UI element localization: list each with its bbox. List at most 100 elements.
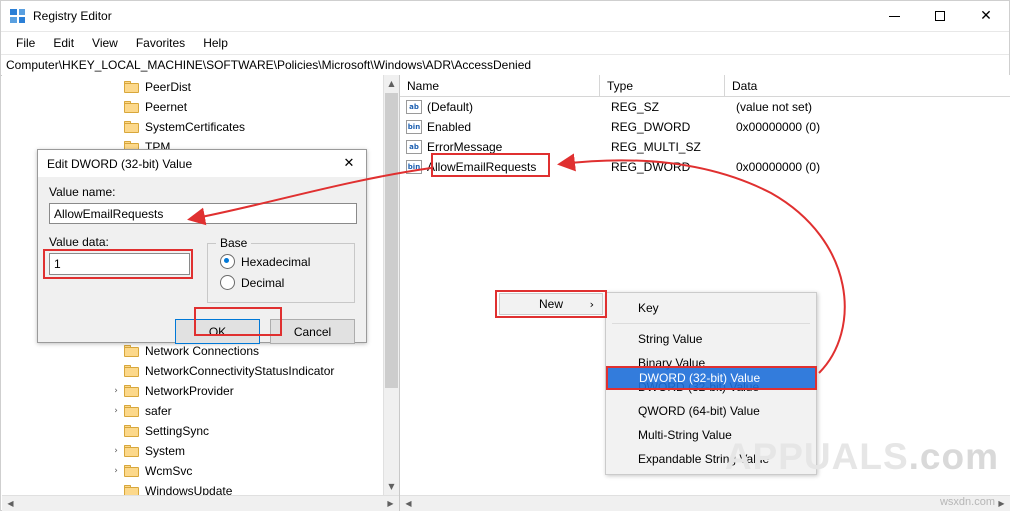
address-bar[interactable]: Computer\HKEY_LOCAL_MACHINE\SOFTWARE\Pol… xyxy=(1,55,1009,76)
folder-icon xyxy=(124,364,140,378)
menu-item-qword-64-value[interactable]: QWORD (64-bit) Value xyxy=(606,399,816,423)
radio-decimal[interactable]: Decimal xyxy=(220,275,354,290)
chevron-right-icon[interactable]: › xyxy=(108,463,124,479)
chevron-right-icon xyxy=(108,483,124,495)
title-bar: Registry Editor ✕ xyxy=(1,1,1009,32)
registry-path: Computer\HKEY_LOCAL_MACHINE\SOFTWARE\Pol… xyxy=(6,58,532,72)
ok-button[interactable]: OK xyxy=(175,319,260,344)
tree-node[interactable]: NetworkConnectivityStatusIndicator xyxy=(2,361,383,381)
base-group: Base Hexadecimal Decimal xyxy=(207,236,355,303)
radio-decimal-label: Decimal xyxy=(241,275,285,290)
tree-node-label: SettingSync xyxy=(145,424,210,438)
menu-item-string-value[interactable]: String Value xyxy=(606,327,816,351)
chevron-right-icon xyxy=(108,343,124,359)
radio-icon xyxy=(220,275,235,290)
tree-node[interactable]: SettingSync xyxy=(2,421,383,441)
table-row[interactable]: bin AllowEmailRequests REG_DWORD 0x00000… xyxy=(400,157,1010,177)
table-row[interactable]: bin Enabled REG_DWORD 0x00000000 (0) xyxy=(400,117,1010,137)
registry-editor-icon xyxy=(10,8,26,24)
menu-item-binary-value[interactable]: Binary Value xyxy=(606,351,816,375)
value-name: (Default) xyxy=(427,100,474,114)
value-data-input[interactable]: 1 xyxy=(49,253,190,275)
folder-icon xyxy=(124,80,140,94)
menu-item-key[interactable]: Key xyxy=(606,296,816,320)
folder-icon xyxy=(124,424,140,438)
radio-hexadecimal[interactable]: Hexadecimal xyxy=(220,254,354,269)
column-header-data[interactable]: Data xyxy=(725,75,1010,96)
tree-node[interactable]: PeerDist xyxy=(2,77,383,97)
tree-node-label: NetworkConnectivityStatusIndicator xyxy=(145,364,335,378)
tree-node[interactable]: Peernet xyxy=(2,97,383,117)
base-legend: Base xyxy=(216,236,252,250)
minimize-button[interactable] xyxy=(871,1,917,31)
tree-node[interactable]: › safer xyxy=(2,401,383,421)
window-controls: ✕ xyxy=(871,1,1009,31)
menu-edit[interactable]: Edit xyxy=(44,34,83,52)
folder-icon xyxy=(124,344,140,358)
menu-help[interactable]: Help xyxy=(194,34,237,52)
chevron-right-icon[interactable]: › xyxy=(108,403,124,419)
window-title: Registry Editor xyxy=(33,9,112,23)
maximize-button[interactable] xyxy=(917,1,963,31)
tree-node[interactable]: › NetworkProvider xyxy=(2,381,383,401)
appuals-watermark: APPUALS.com xyxy=(725,436,999,478)
folder-icon xyxy=(124,384,140,398)
tree-horizontal-scrollbar[interactable]: ◀ ▶ xyxy=(2,495,399,511)
close-button[interactable]: ✕ xyxy=(963,1,1009,31)
menu-item-new[interactable]: New › xyxy=(499,293,603,315)
folder-icon xyxy=(124,404,140,418)
value-name-input[interactable]: AllowEmailRequests xyxy=(49,203,357,224)
value-data: 0x00000000 (0) xyxy=(736,120,821,134)
scroll-down-icon[interactable]: ▼ xyxy=(384,478,399,495)
ok-button-label: OK xyxy=(208,324,227,339)
chevron-right-icon[interactable]: › xyxy=(108,383,124,399)
menu-file[interactable]: File xyxy=(7,34,44,52)
chevron-right-icon xyxy=(108,423,124,439)
scroll-left-icon[interactable]: ◀ xyxy=(2,496,19,511)
string-value-icon: ab xyxy=(406,140,422,154)
tree-node-label: WcmSvc xyxy=(145,464,193,478)
folder-icon xyxy=(124,484,140,495)
chevron-right-icon xyxy=(108,363,124,379)
menu-item-new-label: New xyxy=(538,297,563,311)
folder-icon xyxy=(124,100,140,114)
scroll-right-icon[interactable]: ▶ xyxy=(382,496,399,511)
tree-node-label: PeerDist xyxy=(145,80,192,94)
value-type: REG_MULTI_SZ xyxy=(611,140,701,154)
tree-node-label: Peernet xyxy=(145,100,188,114)
tree-node[interactable]: › WcmSvc xyxy=(2,461,383,481)
menu-favorites[interactable]: Favorites xyxy=(127,34,194,52)
column-header-name[interactable]: Name xyxy=(400,75,600,96)
tree-node-label: System xyxy=(145,444,186,458)
value-name: ErrorMessage xyxy=(427,140,503,154)
table-row[interactable]: ab ErrorMessage REG_MULTI_SZ xyxy=(400,137,1010,157)
edit-dword-dialog: Edit DWORD (32-bit) Value ✕ Value name: … xyxy=(37,149,367,344)
scroll-left-icon[interactable]: ◀ xyxy=(400,496,417,511)
value-name: Enabled xyxy=(427,120,472,134)
tree-vertical-scrollbar[interactable]: ▲ ▼ xyxy=(383,75,399,495)
tree-node[interactable]: SystemCertificates xyxy=(2,117,383,137)
value-name-text: AllowEmailRequests xyxy=(54,206,164,221)
appuals-suffix: .com xyxy=(908,436,999,477)
tree-node[interactable]: Network Connections xyxy=(2,341,383,361)
chevron-right-icon[interactable]: › xyxy=(108,443,124,459)
table-row[interactable]: ab (Default) REG_SZ (value not set) xyxy=(400,97,1010,117)
tree-node-label: Network Connections xyxy=(145,344,260,358)
dialog-close-icon[interactable]: ✕ xyxy=(332,150,366,176)
value-type: REG_DWORD xyxy=(611,160,691,174)
tree-scroll-thumb[interactable] xyxy=(385,93,398,388)
cancel-button[interactable]: Cancel xyxy=(270,319,355,344)
tree-node[interactable]: › System xyxy=(2,441,383,461)
dialog-body: Value name: AllowEmailRequests Value dat… xyxy=(38,177,366,344)
menu-view[interactable]: View xyxy=(83,34,127,52)
dword-value-icon: bin xyxy=(406,120,422,134)
column-header-type[interactable]: Type xyxy=(600,75,725,96)
scroll-up-icon[interactable]: ▲ xyxy=(384,75,399,92)
tree-node[interactable]: WindowsUpdate xyxy=(2,481,383,495)
value-name: AllowEmailRequests xyxy=(427,160,537,174)
value-data: (value not set) xyxy=(736,100,813,114)
menu-item-dword-32-value[interactable]: DWORD (32-bit) Value xyxy=(606,375,816,399)
value-data-text: 1 xyxy=(54,257,61,271)
values-horizontal-scrollbar[interactable]: ◀ ▶ xyxy=(400,495,1010,511)
scroll-right-icon[interactable]: ▶ xyxy=(993,496,1010,511)
